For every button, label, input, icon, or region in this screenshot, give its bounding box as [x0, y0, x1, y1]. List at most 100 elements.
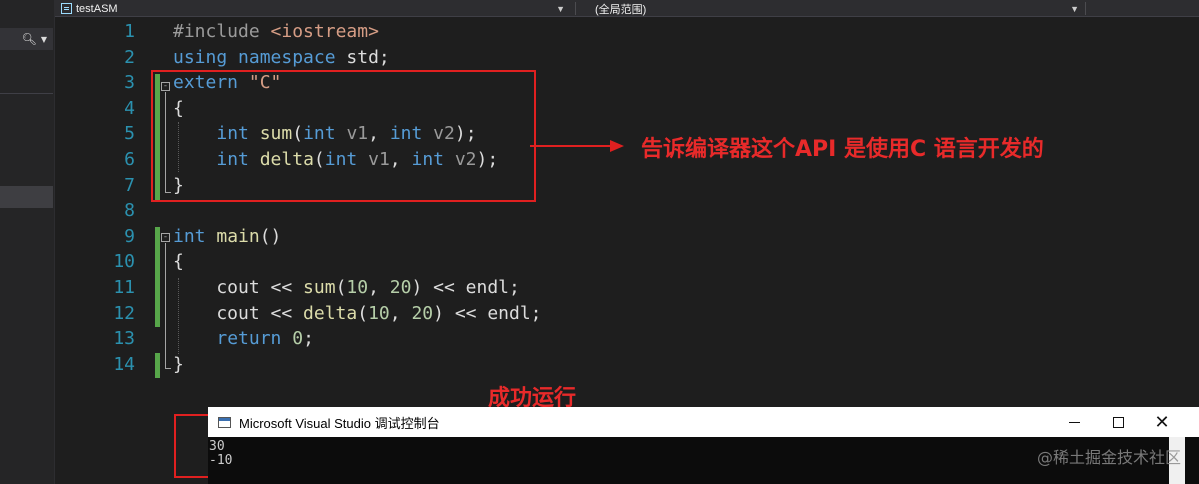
line-number: 8	[124, 200, 135, 222]
chevron-down-icon: ▼	[40, 34, 47, 44]
code-line[interactable]: 10 {	[55, 249, 1199, 275]
console-output-line: 30	[209, 439, 225, 454]
console-title: Microsoft Visual Studio 调试控制台	[239, 415, 440, 431]
code-token: ) << endl;	[433, 302, 542, 324]
code-line[interactable]: 2 using namespace std;	[55, 45, 1199, 71]
line-number: 1	[124, 21, 135, 42]
code-text: #include <iostream>	[173, 19, 379, 45]
maximize-icon	[1112, 416, 1124, 428]
code-line[interactable]: 9 int main()	[55, 224, 1199, 250]
line-number: 2	[124, 46, 135, 68]
file-icon	[61, 3, 72, 14]
chevron-down-icon: ▼	[556, 3, 565, 14]
navigation-bar: testASM ▼ (全局范围) ▼	[55, 0, 1199, 17]
code-token: 10	[346, 277, 369, 298]
divider	[575, 2, 576, 15]
scope-combo[interactable]: (全局范围) ▼	[581, 0, 1083, 17]
code-line[interactable]: 1 #include <iostream>	[55, 19, 1199, 45]
line-number: 9	[124, 225, 135, 247]
code-text: return 0;	[173, 326, 314, 352]
line-number: 12	[113, 302, 135, 324]
code-text: {	[173, 249, 184, 275]
code-token: 20	[411, 302, 434, 324]
change-bar	[155, 353, 160, 378]
code-token: 0	[292, 328, 304, 350]
divider	[1085, 2, 1086, 15]
outline-line	[165, 243, 166, 368]
annotation-arrow	[530, 145, 616, 147]
close-icon: ✕	[1154, 411, 1170, 433]
code-token: return	[216, 328, 282, 350]
line-number: 11	[113, 277, 135, 298]
maximize-button[interactable]	[1095, 407, 1141, 437]
tool-panel-row[interactable]	[0, 186, 53, 208]
line-number: 5	[124, 123, 135, 145]
code-line[interactable]: 8	[55, 198, 1199, 224]
code-token: (	[335, 277, 347, 298]
code-token: std;	[335, 46, 390, 68]
code-line[interactable]: 12 cout << delta(10, 20) << endl;	[55, 301, 1199, 327]
line-number: 6	[124, 149, 135, 170]
close-button[interactable]: ✕	[1139, 407, 1185, 437]
arrow-head-icon	[610, 140, 624, 152]
code-token: cout <<	[173, 277, 304, 298]
change-bar	[155, 227, 160, 327]
scope-combo-label: (全局范围)	[595, 3, 647, 16]
code-line[interactable]: 14}	[55, 352, 1199, 378]
line-number: 3	[124, 72, 135, 94]
search-icon: 🔍︎	[21, 32, 37, 46]
code-text: }	[173, 352, 184, 378]
code-token: namespace	[238, 46, 336, 68]
code-token: ,	[389, 302, 412, 324]
tool-panel-row[interactable]	[0, 72, 53, 94]
code-token: ()	[259, 225, 282, 247]
code-text: int main()	[173, 224, 281, 250]
file-combo-label: testASM	[76, 2, 118, 15]
code-line[interactable]: 11 cout << sum(10, 20) << endl;	[55, 275, 1199, 301]
extern-highlight-box	[151, 70, 536, 202]
console-output-line: -10	[209, 453, 233, 468]
code-token: ;	[303, 328, 314, 350]
code-token: sum	[303, 277, 336, 298]
code-text: using namespace std;	[173, 45, 390, 71]
search-button[interactable]: 🔍︎ ▼	[0, 28, 53, 50]
line-number: 4	[124, 97, 135, 119]
console-titlebar[interactable]: Microsoft Visual Studio 调试控制台 ✕	[208, 407, 1199, 437]
code-token: #include	[173, 21, 271, 42]
watermark: @稀土掘金技术社区	[1036, 448, 1181, 467]
code-line[interactable]: 13 return 0;	[55, 326, 1199, 352]
code-token: cout <<	[173, 302, 304, 324]
code-token: }	[173, 353, 184, 375]
file-combo[interactable]: testASM ▼	[61, 0, 569, 17]
code-token: {	[173, 251, 184, 273]
line-number: 13	[113, 328, 135, 350]
code-token: 20	[389, 277, 412, 298]
code-token: ) << endl;	[411, 277, 520, 298]
line-number: 10	[113, 251, 135, 273]
code-token: 10	[368, 302, 390, 324]
outline-tick	[165, 368, 171, 369]
line-number: 7	[124, 174, 135, 196]
code-token: main	[216, 225, 260, 247]
collapse-icon[interactable]: -	[161, 233, 170, 242]
chevron-down-icon: ▼	[1070, 3, 1079, 14]
console-app-icon	[218, 416, 231, 428]
code-text: cout << sum(10, 20) << endl;	[173, 275, 520, 301]
extern-note: 告诉编译器这个API 是使用C 语言开发的	[641, 137, 1044, 162]
code-token: using	[173, 46, 228, 68]
code-text: cout << delta(10, 20) << endl;	[173, 301, 542, 327]
indent-guide	[178, 278, 179, 354]
code-token: delta	[303, 302, 358, 324]
code-token: <iostream>	[270, 21, 379, 42]
minimize-button[interactable]	[1051, 407, 1097, 437]
code-token: int	[173, 225, 206, 247]
code-token: ,	[368, 277, 390, 298]
left-tool-strip: 🔍︎ ▼	[0, 0, 55, 484]
minimize-icon	[1068, 421, 1080, 423]
line-number: 14	[113, 353, 135, 375]
code-token: (	[357, 302, 369, 324]
